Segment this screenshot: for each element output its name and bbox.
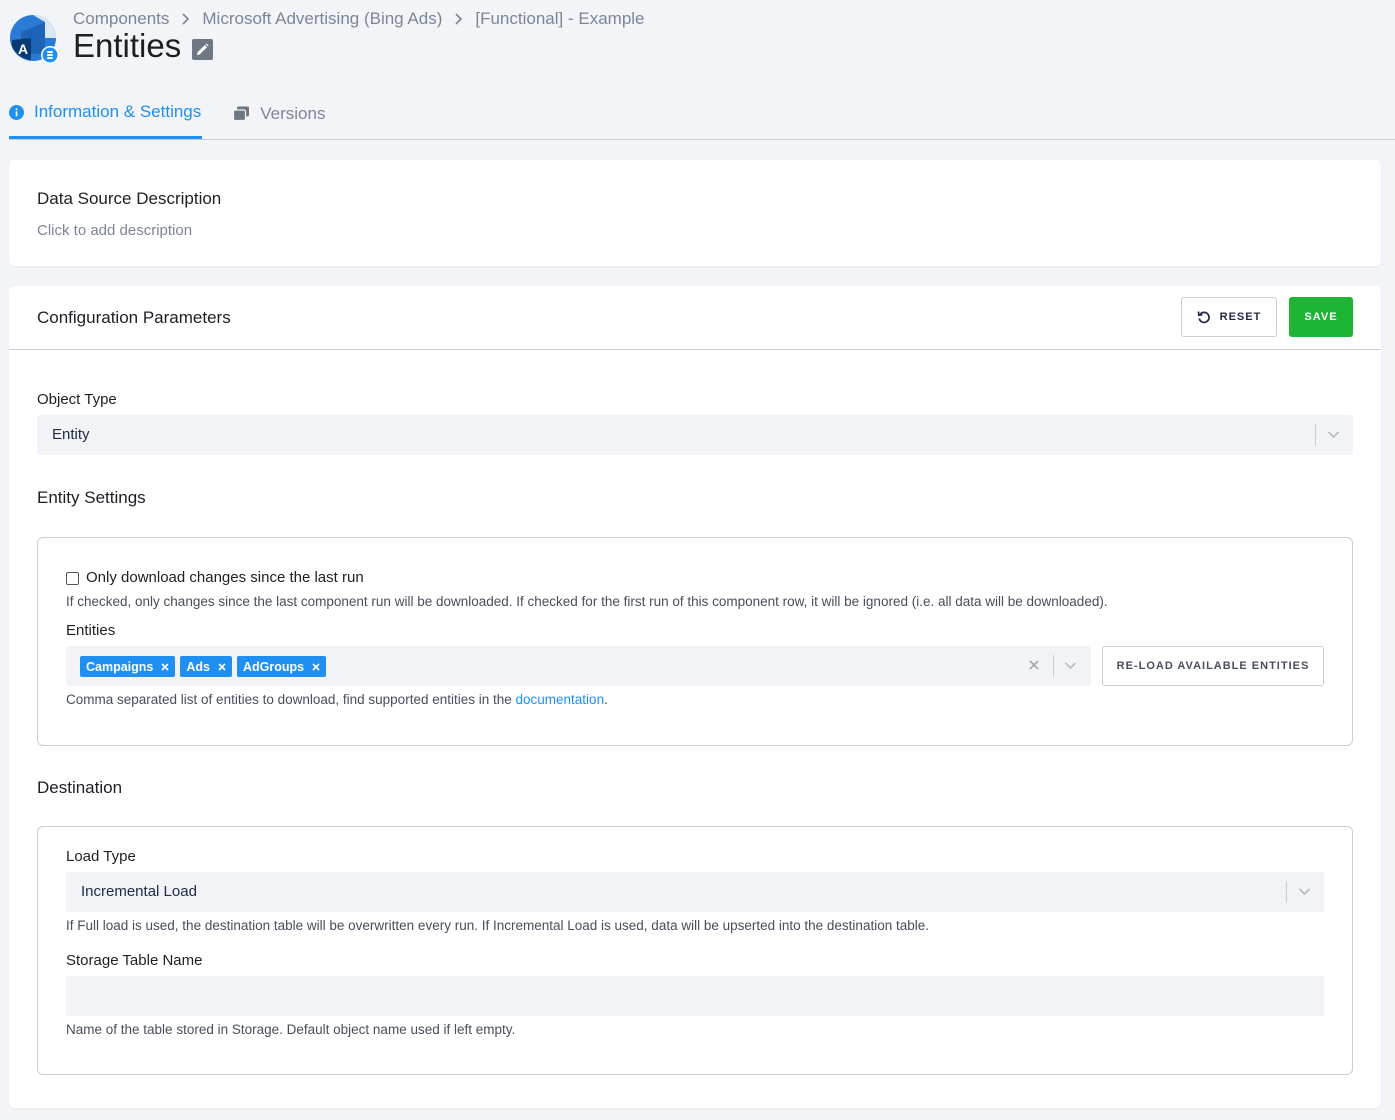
clear-selection-icon[interactable] <box>1028 659 1040 671</box>
select-divider <box>1315 424 1316 446</box>
breadcrumb-item-components[interactable]: Components <box>73 9 169 29</box>
configuration-card-header: Configuration Parameters RESET SAVE <box>9 286 1381 350</box>
edit-title-button[interactable] <box>192 38 214 60</box>
entity-chip-label: Ads <box>186 659 211 674</box>
entity-chip: Ads <box>180 656 233 677</box>
incremental-help-text: If checked, only changes since the last … <box>66 594 1108 609</box>
reload-entities-button[interactable]: RE-LOAD AVAILABLE ENTITIES <box>1102 646 1324 686</box>
page-header: A Components Microsoft Advertising (Bing… <box>0 0 1395 140</box>
entities-help-prefix: Comma separated list of entities to down… <box>66 692 516 707</box>
breadcrumb: Components Microsoft Advertising (Bing A… <box>73 9 645 29</box>
entity-chip-label: AdGroups <box>243 659 305 674</box>
pencil-icon <box>196 42 209 56</box>
entity-settings-title: Entity Settings <box>37 488 146 507</box>
entity-chip: Campaigns <box>80 656 176 677</box>
object-type-value: Entity <box>52 426 90 443</box>
entities-help-text: Comma separated list of entities to down… <box>66 692 608 707</box>
object-type-label: Object Type <box>37 391 117 408</box>
destination-title: Destination <box>37 778 123 797</box>
add-description-link[interactable]: Click to add description <box>37 222 192 239</box>
incremental-checkbox[interactable] <box>66 572 79 585</box>
page-title: Entities <box>73 27 182 64</box>
incremental-checkbox-label[interactable]: Only download changes since the last run <box>86 569 364 586</box>
storage-table-label: Storage Table Name <box>66 952 203 969</box>
reset-button-label: RESET <box>1219 311 1262 323</box>
chevron-down-icon <box>1298 885 1311 898</box>
description-card-title: Data Source Description <box>37 189 222 208</box>
save-button[interactable]: SAVE <box>1289 297 1353 337</box>
load-type-label: Load Type <box>66 848 136 865</box>
breadcrumb-item-component[interactable]: Microsoft Advertising (Bing Ads) <box>202 9 442 29</box>
remove-chip-icon[interactable] <box>218 662 226 671</box>
load-type-select[interactable]: Incremental Load <box>66 872 1324 912</box>
undo-icon <box>1197 310 1211 324</box>
chevron-down-icon <box>1327 428 1340 441</box>
page-title-row: Entities <box>73 27 214 65</box>
svg-text:A: A <box>18 41 28 57</box>
tab-versions[interactable]: Versions <box>233 88 325 139</box>
entities-label: Entities <box>66 622 116 639</box>
remove-chip-icon[interactable] <box>161 662 169 671</box>
select-divider <box>1053 655 1054 677</box>
tab-information-settings[interactable]: Information & Settings <box>9 88 203 139</box>
tab-label: Versions <box>260 103 326 123</box>
entities-chips: Campaigns Ads AdGroups <box>80 656 327 677</box>
storage-table-input[interactable] <box>66 976 1324 1016</box>
chevron-right-icon <box>454 13 463 25</box>
configuration-card-title: Configuration Parameters <box>37 308 231 327</box>
tab-bar: Information & Settings Versions <box>9 88 1395 140</box>
entities-multiselect[interactable]: Campaigns Ads AdGroups <box>66 646 1091 686</box>
load-type-help-text: If Full load is used, the destination ta… <box>66 918 929 933</box>
component-logo-icon: A <box>9 14 59 64</box>
remove-chip-icon[interactable] <box>312 662 320 671</box>
breadcrumb-item-configuration[interactable]: [Functional] - Example <box>475 9 644 29</box>
entity-chip: AdGroups <box>237 656 327 677</box>
info-icon <box>9 104 24 120</box>
object-type-select[interactable]: Entity <box>37 415 1353 455</box>
description-card: Data Source Description Click to add des… <box>9 160 1381 266</box>
chevron-right-icon <box>181 13 190 25</box>
versions-icon <box>233 106 250 121</box>
chevron-down-icon[interactable] <box>1064 659 1077 672</box>
entities-help-suffix: . <box>604 692 608 707</box>
reset-button[interactable]: RESET <box>1181 297 1277 337</box>
load-type-value: Incremental Load <box>81 883 197 900</box>
destination-group: Load Type Incremental Load If Full load … <box>37 826 1353 1075</box>
tab-label: Information & Settings <box>34 102 202 121</box>
documentation-link[interactable]: documentation <box>516 692 605 707</box>
entity-chip-label: Campaigns <box>86 659 154 674</box>
entity-settings-group: Only download changes since the last run… <box>37 537 1353 746</box>
storage-table-help-text: Name of the table stored in Storage. Def… <box>66 1022 516 1037</box>
configuration-card: Configuration Parameters RESET SAVE Obje… <box>9 286 1381 1108</box>
select-divider <box>1286 881 1287 903</box>
